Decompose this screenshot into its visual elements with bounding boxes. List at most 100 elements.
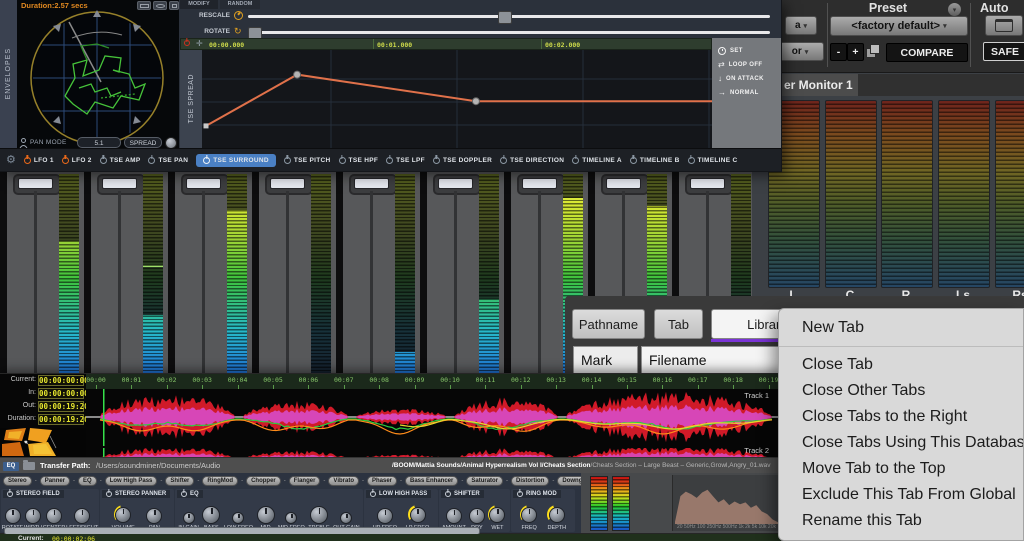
tse-tab-lfo-2[interactable]: LFO 2 bbox=[61, 156, 92, 164]
preset-prev-button[interactable]: - bbox=[830, 43, 847, 61]
power-icon[interactable] bbox=[445, 491, 451, 497]
timeline-header[interactable]: ✛ 00:00.000 00:01.000 00:02.000 bbox=[180, 38, 712, 50]
tse-tab-lfo-1[interactable]: LFO 1 bbox=[23, 156, 54, 164]
fader-handle[interactable] bbox=[690, 178, 725, 189]
knob-pan[interactable] bbox=[146, 508, 163, 524]
chain-pill-shifter[interactable]: Shifter bbox=[165, 476, 195, 486]
tse-tab-tse-pan[interactable]: TSE PAN bbox=[148, 156, 188, 164]
menu-item-rename-this-tab[interactable]: Rename this Tab bbox=[779, 508, 1023, 534]
safe-button[interactable]: SAFE bbox=[983, 42, 1024, 61]
knob-hp-freq[interactable] bbox=[376, 508, 393, 524]
tab-modify[interactable]: MODIFY bbox=[180, 0, 218, 9]
compare-button[interactable]: COMPARE bbox=[886, 43, 968, 62]
knob-in-gain[interactable] bbox=[182, 512, 195, 524]
copy-preset-icon[interactable] bbox=[865, 44, 882, 59]
power-icon[interactable] bbox=[148, 156, 156, 164]
power-icon[interactable] bbox=[517, 491, 523, 497]
tab-pathname[interactable]: Pathname bbox=[572, 309, 645, 339]
fader-track[interactable] bbox=[118, 191, 121, 376]
knob-out-gain[interactable] bbox=[340, 512, 353, 524]
tse-tab-tse-hpf[interactable]: TSE HPF bbox=[338, 156, 379, 164]
pan-circle-display[interactable]: Duration:2.57 secs PAN MODE 5.1 SPREAD bbox=[17, 0, 179, 149]
knob-depth[interactable] bbox=[548, 506, 565, 523]
power-icon[interactable] bbox=[687, 156, 695, 164]
gear-icon[interactable]: ⚙ bbox=[6, 154, 16, 166]
knob-amount[interactable] bbox=[445, 508, 462, 524]
preset-next-button[interactable]: + bbox=[847, 43, 864, 61]
chain-pill-bass-enhancer[interactable]: Bass Enhancer bbox=[405, 476, 459, 486]
knob-left-right[interactable] bbox=[74, 508, 91, 524]
power-icon[interactable] bbox=[500, 156, 508, 164]
chain-pill-phaser[interactable]: Phaser bbox=[366, 476, 397, 486]
menu-item-close-tab[interactable]: Close Tab bbox=[779, 352, 1023, 378]
power-icon[interactable] bbox=[181, 491, 187, 497]
chain-pill-saturator[interactable]: Saturator bbox=[466, 476, 504, 486]
tse-tab-tse-amp[interactable]: TSE AMP bbox=[99, 156, 141, 164]
fader-handle[interactable] bbox=[354, 178, 389, 189]
fader-track[interactable] bbox=[538, 191, 541, 376]
fader-handle[interactable] bbox=[522, 178, 557, 189]
tse-tab-timeline-c[interactable]: TIMELINE C bbox=[687, 156, 738, 164]
power-icon[interactable] bbox=[283, 156, 291, 164]
power-icon[interactable] bbox=[432, 156, 440, 164]
power-icon[interactable] bbox=[370, 491, 376, 497]
power-icon[interactable] bbox=[629, 156, 637, 164]
fader-track[interactable] bbox=[370, 191, 373, 376]
tse-tab-tse-direction[interactable]: TSE DIRECTION bbox=[500, 156, 564, 164]
chain-pill-flanger[interactable]: Flanger bbox=[288, 476, 321, 486]
chain-pill-stereo[interactable]: Stereo bbox=[3, 476, 32, 486]
folder-icon[interactable] bbox=[23, 460, 35, 470]
knob-low-freq[interactable] bbox=[232, 512, 245, 524]
chain-pill-chopper[interactable]: Chopper bbox=[246, 476, 281, 486]
chain-pill-downgrade[interactable]: Downgrade bbox=[557, 476, 581, 486]
fader-track[interactable] bbox=[34, 191, 37, 376]
fader-handle[interactable] bbox=[18, 178, 53, 189]
tse-tab-tse-surround[interactable]: TSE SURROUND bbox=[196, 153, 276, 167]
side-button-loop-off[interactable]: ⇄ LOOP OFF bbox=[718, 59, 762, 71]
knob-mid-freq[interactable] bbox=[285, 512, 298, 524]
tse-tab-tse-lpf[interactable]: TSE LPF bbox=[386, 156, 425, 164]
menu-item-close-tabs-to-the-right[interactable]: Close Tabs to the Right bbox=[779, 404, 1023, 430]
knob-bass[interactable] bbox=[202, 506, 221, 524]
tse-tab-timeline-b[interactable]: TIMELINE B bbox=[629, 156, 680, 164]
preset-selector[interactable]: <factory default> ▾ bbox=[830, 16, 968, 36]
power-icon[interactable] bbox=[7, 491, 13, 497]
knob-center[interactable] bbox=[46, 508, 63, 524]
power-icon[interactable] bbox=[203, 156, 211, 164]
surround-panner-display[interactable] bbox=[0, 428, 86, 457]
column-header-mark[interactable]: Mark bbox=[573, 346, 638, 374]
menu-item-move-tab-to-the-top[interactable]: Move Tab to the Top bbox=[779, 456, 1023, 482]
more-options-button[interactable] bbox=[169, 1, 179, 10]
fader-track[interactable] bbox=[286, 191, 289, 376]
knob-volume[interactable] bbox=[115, 506, 132, 523]
side-button-on-attack[interactable]: ↓ ON ATTACK bbox=[718, 73, 764, 85]
power-icon[interactable] bbox=[61, 156, 69, 164]
librarian-button[interactable]: or ▾ bbox=[776, 42, 824, 61]
chain-pill-low-high-pass[interactable]: Low High Pass bbox=[104, 476, 158, 486]
chain-pill-eq[interactable]: EQ bbox=[78, 476, 97, 486]
preset-menu-button[interactable]: ▾ bbox=[948, 3, 961, 16]
knob-mid[interactable] bbox=[256, 506, 275, 524]
knob-wet[interactable] bbox=[489, 506, 506, 523]
fader-handle[interactable] bbox=[186, 178, 221, 189]
spread-envelope-graph[interactable] bbox=[202, 50, 712, 148]
power-icon[interactable] bbox=[99, 156, 107, 164]
fader-handle[interactable] bbox=[102, 178, 137, 189]
chain-pill-ringmod[interactable]: RingMod bbox=[202, 476, 239, 486]
side-button-normal[interactable]: → NORMAL bbox=[718, 87, 759, 99]
menu-item-exclude-this-tab-from-global[interactable]: Exclude This Tab From Global bbox=[779, 482, 1023, 508]
chain-pill-vibrato[interactable]: Vibrato bbox=[328, 476, 359, 486]
fader-handle[interactable] bbox=[438, 178, 473, 189]
channel-mode-selector[interactable]: 5.1 bbox=[77, 137, 121, 148]
tab-random[interactable]: RANDOM bbox=[220, 0, 260, 9]
power-icon[interactable] bbox=[184, 40, 190, 46]
power-icon[interactable] bbox=[572, 156, 580, 164]
waveform-track-1[interactable]: Track 1 bbox=[86, 389, 781, 446]
knob-dry[interactable] bbox=[468, 508, 485, 524]
menu-item-close-other-tabs[interactable]: Close Other Tabs bbox=[779, 378, 1023, 404]
tab-tab[interactable]: Tab bbox=[654, 309, 703, 339]
side-button-set[interactable]: SET bbox=[718, 45, 743, 57]
knob-lp-freq[interactable] bbox=[409, 506, 426, 523]
fader-track[interactable] bbox=[454, 191, 457, 376]
chain-pill-panner[interactable]: Panner bbox=[39, 476, 71, 486]
